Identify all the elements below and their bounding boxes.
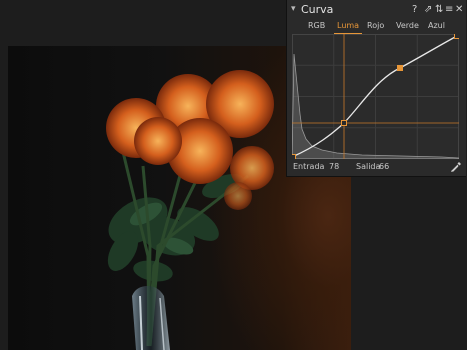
curve-grid <box>292 34 459 159</box>
output-label: Salida <box>356 162 381 171</box>
channel-tabs: RGB Luma Rojo Verde Azul <box>287 20 466 34</box>
tab-rojo[interactable]: Rojo <box>367 20 384 32</box>
curve-point-black[interactable] <box>290 154 296 160</box>
panel-header: ▾ Curva ? ⇗ ⇅ ≡ ✕ <box>287 2 466 18</box>
eyedropper-icon[interactable] <box>450 161 462 174</box>
curve-graph[interactable] <box>290 33 460 160</box>
curve-readout: Entrada 78 Salida 66 <box>293 162 463 174</box>
help-icon[interactable]: ? <box>412 4 417 16</box>
curve-panel: ▾ Curva ? ⇗ ⇅ ≡ ✕ RGB Luma Rojo Verde Az… <box>286 0 466 177</box>
curve-point-highlight[interactable] <box>397 65 403 71</box>
output-value[interactable]: 66 <box>379 162 389 171</box>
input-value[interactable]: 78 <box>329 162 339 171</box>
tab-rgb[interactable]: RGB <box>308 20 325 32</box>
chevron-down-icon[interactable]: ▾ <box>291 4 296 14</box>
tab-luma[interactable]: Luma <box>333 20 363 34</box>
tab-azul[interactable]: Azul <box>428 20 445 32</box>
presets-icon[interactable]: ⇅ <box>435 4 443 16</box>
curve-point-active[interactable] <box>341 120 347 126</box>
pin-icon[interactable]: ⇗ <box>424 4 432 16</box>
close-icon[interactable]: ✕ <box>455 4 463 16</box>
curve-point-white[interactable] <box>454 33 460 39</box>
tab-verde[interactable]: Verde <box>396 20 419 32</box>
input-label: Entrada <box>293 162 325 171</box>
panel-title: Curva <box>301 3 334 16</box>
menu-icon[interactable]: ≡ <box>445 4 453 16</box>
